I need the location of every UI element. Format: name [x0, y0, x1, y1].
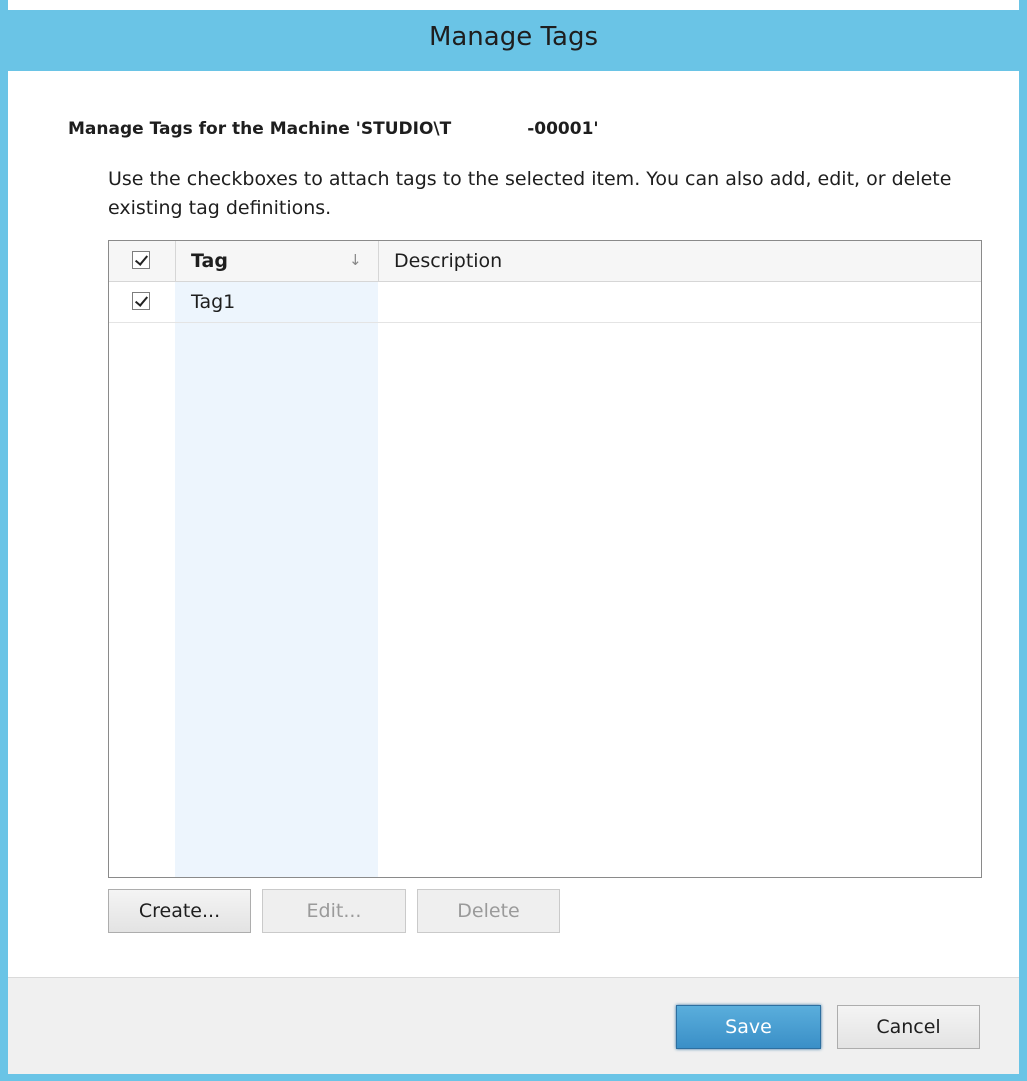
save-button[interactable]: Save: [676, 1005, 821, 1049]
column-separator: [175, 241, 176, 281]
dialog-title: Manage Tags: [428, 22, 599, 52]
row-checkbox[interactable]: [132, 292, 150, 310]
machine-heading: Manage Tags for the Machine 'STUDIO\T -00…: [68, 119, 599, 139]
row-tag-name: Tag1: [191, 291, 236, 313]
edit-button[interactable]: Edit...: [262, 889, 406, 933]
column-header-tag[interactable]: Tag: [191, 250, 228, 272]
sort-down-icon: ↓: [349, 251, 362, 269]
instructions-text: Use the checkboxes to attach tags to the…: [108, 168, 952, 219]
selected-column-highlight: [175, 281, 378, 877]
column-separator: [378, 241, 379, 281]
cancel-button[interactable]: Cancel: [837, 1005, 980, 1049]
dialog-body: Manage Tags for the Machine 'STUDIO\T -00…: [8, 71, 1019, 977]
heading-prefix: Manage Tags for the Machine 'STUDIO\T: [68, 119, 452, 139]
title-bar: Manage Tags: [8, 0, 1019, 71]
heading-suffix: -00001': [527, 119, 599, 139]
dialog-footer: Save Cancel: [8, 977, 1019, 1074]
column-header-description[interactable]: Description: [394, 250, 502, 272]
table-header: Tag ↓ Description: [109, 241, 981, 282]
create-button[interactable]: Create...: [108, 889, 251, 933]
select-all-checkbox[interactable]: [132, 251, 150, 269]
manage-tags-dialog: Manage Tags Manage Tags for the Machine …: [0, 0, 1027, 1081]
delete-button[interactable]: Delete: [417, 889, 560, 933]
table-row[interactable]: Tag1: [109, 281, 981, 323]
window-top-edge: [8, 0, 1019, 10]
tags-table: Tag ↓ Description Tag1: [108, 240, 982, 878]
